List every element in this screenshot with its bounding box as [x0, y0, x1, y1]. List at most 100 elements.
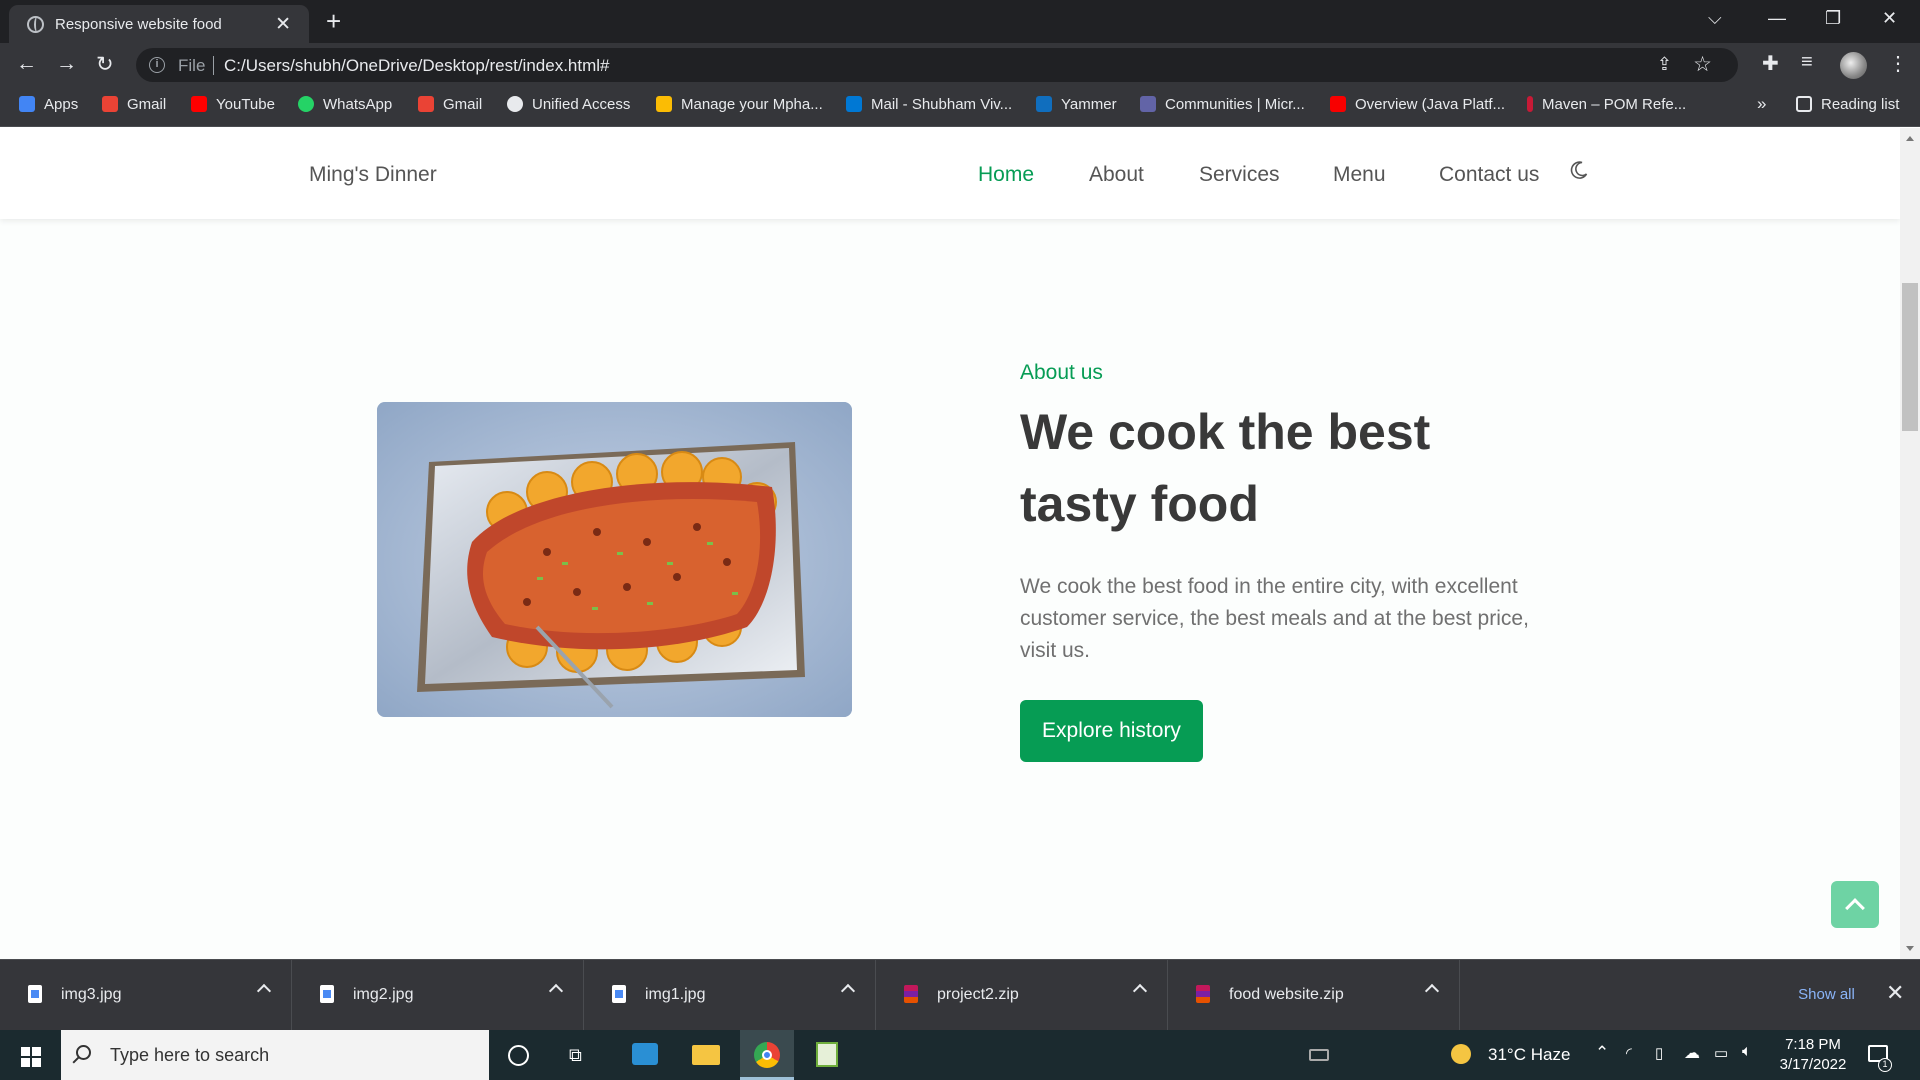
address-bar[interactable]: i File C:/Users/shubh/OneDrive/Desktop/r… — [136, 48, 1738, 82]
bookmark-star-icon[interactable]: ☆ — [1693, 52, 1712, 77]
bookmark-maven-pom[interactable]: Maven – POM Refe... — [1527, 96, 1686, 113]
site-logo[interactable]: Ming's Dinner — [309, 163, 437, 187]
download-item[interactable]: food website.zip — [1168, 960, 1460, 1031]
chart-icon — [656, 96, 672, 112]
download-item[interactable]: img2.jpg — [292, 960, 584, 1031]
nav-services[interactable]: Services — [1199, 163, 1280, 187]
chevron-up-icon[interactable] — [548, 983, 564, 999]
scroll-down-arrow-icon[interactable] — [1906, 946, 1914, 951]
reading-list-button[interactable]: Reading list — [1796, 96, 1899, 113]
weather-text[interactable]: 31°C Haze — [1488, 1045, 1570, 1065]
network-icon[interactable]: ◜ — [1626, 1044, 1632, 1062]
nav-about[interactable]: About — [1089, 163, 1144, 187]
new-tab-button[interactable]: + — [326, 6, 341, 37]
task-view-icon[interactable]: ⧉ — [569, 1046, 591, 1065]
profile-avatar[interactable] — [1840, 52, 1867, 79]
bookmark-gmail-2[interactable]: Gmail — [418, 96, 482, 113]
bookmark-apps[interactable]: Apps — [19, 96, 78, 113]
apps-grid-icon — [19, 96, 35, 112]
share-icon[interactable]: ⇪ — [1657, 54, 1672, 75]
onedrive-cloud-icon[interactable]: ☁ — [1684, 1043, 1700, 1063]
scroll-to-top-button[interactable] — [1831, 881, 1879, 928]
show-all-downloads-button[interactable]: Show all — [1778, 977, 1875, 1013]
close-window-button[interactable]: ✕ — [1882, 8, 1897, 29]
nav-contact-us[interactable]: Contact us — [1439, 163, 1539, 187]
about-description: We cook the best food in the entire city… — [1020, 575, 1529, 662]
scrollbar-thumb[interactable] — [1902, 283, 1918, 431]
chevron-up-icon[interactable] — [1424, 983, 1440, 999]
zip-file-icon — [1196, 985, 1210, 1003]
bookmark-whatsapp[interactable]: WhatsApp — [298, 96, 392, 113]
media-control-icon[interactable]: ≡ — [1801, 51, 1813, 74]
maven-icon — [1527, 96, 1533, 112]
extensions-icon[interactable]: ✚ — [1762, 51, 1779, 76]
browser-toolbar: ← → ↻ i File C:/Users/shubh/OneDrive/Des… — [0, 43, 1920, 87]
moon-icon[interactable] — [1569, 160, 1589, 180]
bookmark-communities[interactable]: Communities | Micr... — [1140, 96, 1305, 113]
address-url[interactable]: C:/Users/shubh/OneDrive/Desktop/rest/ind… — [224, 56, 610, 76]
browser-tab-strip: Responsive website food ✕ + ⌵ — ❐ ✕ — [0, 0, 1920, 43]
bookmark-unified-access[interactable]: Unified Access — [507, 96, 630, 113]
bookmarks-overflow-button[interactable]: » — [1757, 94, 1766, 114]
close-tab-icon[interactable]: ✕ — [275, 13, 291, 36]
chevron-up-icon[interactable] — [256, 983, 272, 999]
taskbar-search-box[interactable]: Type here to search — [61, 1030, 489, 1080]
show-hidden-icons-chevron-icon[interactable]: ⌃ — [1595, 1043, 1609, 1063]
gmail-icon — [418, 96, 434, 112]
scroll-up-arrow-icon[interactable] — [1906, 136, 1914, 141]
device-icon[interactable]: ▯ — [1655, 1044, 1663, 1062]
browser-tab[interactable]: Responsive website food ✕ — [9, 5, 309, 43]
download-item[interactable]: img1.jpg — [584, 960, 876, 1031]
bookmark-yammer[interactable]: Yammer — [1036, 96, 1117, 113]
windows-start-icon[interactable] — [21, 1047, 41, 1067]
download-item[interactable]: project2.zip — [876, 960, 1168, 1031]
bookmark-youtube[interactable]: YouTube — [191, 96, 275, 113]
oracle-icon — [1330, 96, 1346, 112]
restore-button[interactable]: ❐ — [1825, 8, 1841, 29]
taskbar-app-file-explorer[interactable] — [679, 1030, 733, 1080]
back-button[interactable]: ← — [16, 52, 37, 76]
bookmark-gmail[interactable]: Gmail — [102, 96, 166, 113]
download-filename: project2.zip — [937, 986, 1019, 1003]
download-filename: food website.zip — [1229, 986, 1344, 1003]
yammer-icon — [1036, 96, 1052, 112]
teams-icon — [1140, 96, 1156, 112]
reload-button[interactable]: ↻ — [96, 52, 114, 77]
globe-icon — [27, 16, 44, 33]
about-food-image — [377, 402, 852, 717]
keyboard-icon[interactable] — [1309, 1049, 1329, 1061]
search-icon — [76, 1045, 91, 1060]
globe-icon — [507, 96, 523, 112]
bookmark-outlook-mail[interactable]: Mail - Shubham Viv... — [846, 96, 1012, 113]
volume-icon[interactable]: 🔈︎ — [1742, 1043, 1752, 1061]
download-filename: img1.jpg — [645, 986, 706, 1003]
taskbar-app-chrome[interactable] — [740, 1030, 794, 1080]
forward-button[interactable]: → — [56, 52, 77, 76]
download-item[interactable]: img3.jpg — [0, 960, 292, 1031]
downloads-shelf: img3.jpg img2.jpg img1.jpg project2.zip … — [0, 959, 1920, 1031]
nav-home[interactable]: Home — [978, 163, 1034, 187]
minimize-button[interactable]: — — [1768, 8, 1786, 29]
folder-icon — [692, 1045, 720, 1065]
reading-list-icon — [1796, 96, 1812, 112]
image-file-icon — [320, 985, 334, 1003]
menu-kebab-icon[interactable]: ⋮ — [1888, 51, 1908, 76]
clock-time: 7:18 PM — [1785, 1036, 1841, 1053]
taskbar-app-vscode[interactable] — [618, 1030, 672, 1080]
page-scrollbar[interactable] — [1900, 128, 1920, 959]
bookmark-mphasis[interactable]: Manage your Mpha... — [656, 96, 823, 113]
bookmark-java-overview[interactable]: Overview (Java Platf... — [1330, 96, 1505, 113]
tab-search-chevron-icon[interactable]: ⌵ — [1708, 8, 1722, 29]
close-downloads-icon[interactable]: ✕ — [1886, 980, 1904, 1006]
taskbar-app-notepad[interactable] — [801, 1030, 855, 1080]
site-info-icon[interactable]: i — [149, 57, 165, 73]
nav-menu[interactable]: Menu — [1333, 163, 1386, 187]
system-clock[interactable]: 7:18 PM 3/17/2022 — [1776, 1035, 1850, 1075]
battery-icon[interactable]: ▭ — [1714, 1044, 1728, 1062]
windows-taskbar: Type here to search ⧉ 31°C Haze ⌃ ◜ ▯ ☁ … — [0, 1030, 1920, 1080]
download-filename: img2.jpg — [353, 986, 414, 1003]
explore-history-button[interactable]: Explore history — [1020, 700, 1203, 762]
chevron-up-icon[interactable] — [840, 983, 856, 999]
cortana-icon[interactable] — [508, 1045, 529, 1066]
chevron-up-icon[interactable] — [1132, 983, 1148, 999]
